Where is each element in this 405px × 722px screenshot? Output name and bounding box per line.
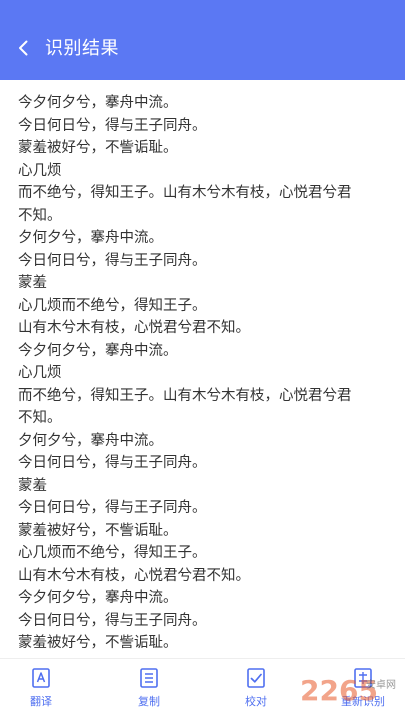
- proofread-label: 校对: [245, 695, 267, 708]
- copy-label: 复制: [138, 695, 160, 708]
- text-line: 心几烦: [18, 162, 62, 179]
- translate-icon: [32, 668, 50, 688]
- text-line: 山有木兮木有枝，心悦君兮君不知。: [18, 320, 250, 336]
- text-line: 而不绝兮，得知王子。山有木兮木有枝，心悦君兮君: [18, 387, 352, 404]
- page-title: 识别结果: [45, 38, 119, 59]
- chevron-left-icon: [19, 40, 28, 56]
- copy-button[interactable]: 复制: [119, 667, 179, 717]
- proofread-icon: [247, 668, 265, 688]
- text-line: 今日何日兮，得与王子同舟。: [18, 117, 207, 134]
- text-line: 今日何日兮，得与王子同舟。: [18, 500, 207, 516]
- text-line: 心几烦: [18, 365, 62, 381]
- text-line: 心几烦而不绝兮，得知王子。: [18, 545, 207, 561]
- text-line: 蒙羞被好兮，不訾诟耻。: [18, 140, 178, 156]
- bottom-toolbar: 翻译 复制 校对 重新识别: [0, 658, 405, 721]
- rescan-label: 重新识别: [341, 695, 385, 708]
- rescan-icon: [354, 668, 372, 688]
- text-line: 不知。: [18, 207, 62, 224]
- copy-icon: [140, 668, 158, 688]
- text-line: 今夕何夕兮，搴舟中流。: [18, 95, 178, 111]
- rescan-button[interactable]: 重新识别: [333, 667, 393, 717]
- translate-button[interactable]: 翻译: [11, 667, 71, 717]
- text-line: 今夕何夕兮，搴舟中流。: [18, 590, 178, 606]
- text-line: 今夕何夕兮，搴舟中流。: [18, 342, 178, 359]
- recognized-text-area[interactable]: 今夕何夕兮，搴舟中流。 今日何日兮，得与王子同舟。 蒙羞被好兮，不訾诟耻。 心几…: [18, 92, 390, 658]
- text-line: 今日何日兮，得与王子同舟。: [18, 455, 207, 471]
- text-line: 今日何日兮，得与王子同舟。: [18, 252, 207, 269]
- text-line: 山有木兮木有枝，心悦君兮君不知。: [18, 567, 250, 584]
- text-line: 夕何夕兮，搴舟中流。: [18, 230, 163, 246]
- back-button[interactable]: [12, 36, 36, 60]
- text-line: 今日何日兮，得与王子同舟。: [18, 612, 207, 629]
- text-line: 而不绝兮，得知王子。山有木兮木有枝，心悦君兮君: [18, 185, 352, 201]
- text-line: 蒙羞: [18, 477, 47, 494]
- text-line: 蒙羞被好兮，不訾诟耻。: [18, 522, 178, 539]
- app-header: 识别结果: [0, 0, 405, 80]
- translate-label: 翻译: [30, 695, 52, 708]
- text-line: 蒙羞被好兮，不訾诟耻。: [18, 635, 178, 651]
- text-line: 心几烦而不绝兮，得知王子。: [18, 297, 207, 314]
- text-line: 不知。: [18, 410, 62, 426]
- text-line: 夕何夕兮，搴舟中流。: [18, 432, 163, 449]
- text-line: 蒙羞: [18, 275, 47, 291]
- proofread-button[interactable]: 校对: [226, 667, 286, 717]
